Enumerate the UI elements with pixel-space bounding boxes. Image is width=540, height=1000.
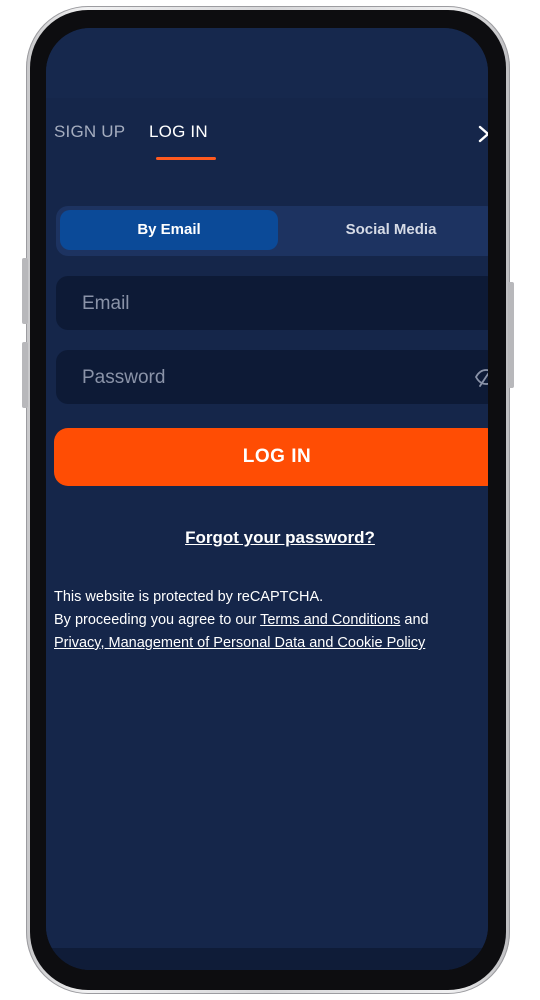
- login-panel: SIGN UP LOG IN By Email Social Media Ema…: [46, 98, 488, 948]
- legal-notice: This website is protected by reCAPTCHA. …: [54, 586, 474, 655]
- social-media-button[interactable]: Social Media: [282, 210, 488, 250]
- recaptcha-text: This website is protected by reCAPTCHA.: [54, 589, 324, 605]
- tab-log-in[interactable]: LOG IN: [149, 122, 208, 142]
- tab-sign-up[interactable]: SIGN UP: [54, 122, 125, 142]
- volume-up-button: [22, 258, 28, 324]
- login-method-switch: By Email Social Media: [56, 206, 488, 256]
- login-button[interactable]: LOG IN: [54, 428, 488, 486]
- email-field: [56, 276, 488, 332]
- forgot-password-link[interactable]: Forgot your password?: [46, 528, 488, 548]
- active-tab-indicator: [156, 157, 216, 160]
- agreement-prefix: By proceeding you agree to our: [54, 612, 261, 628]
- password-field: [56, 350, 488, 406]
- agreement-and: and: [400, 612, 429, 628]
- phone-screen: SIGN UP LOG IN By Email Social Media Ema…: [46, 28, 488, 970]
- close-icon[interactable]: [476, 122, 488, 146]
- agreement-text: By proceeding you agree to our Terms and…: [54, 609, 474, 632]
- bottom-bar: [46, 948, 488, 970]
- eye-off-icon-glyph: [474, 369, 488, 387]
- password-input[interactable]: [80, 350, 444, 406]
- privacy-policy-link[interactable]: Privacy, Management of Personal Data and…: [54, 635, 425, 651]
- terms-link[interactable]: Terms and Conditions: [260, 612, 400, 628]
- by-email-button[interactable]: By Email: [60, 210, 278, 250]
- email-input[interactable]: [80, 276, 444, 332]
- volume-down-button: [22, 342, 28, 408]
- status-area: [46, 28, 488, 98]
- power-button: [508, 282, 514, 388]
- eye-off-icon[interactable]: [474, 365, 488, 389]
- privacy-line: Privacy, Management of Personal Data and…: [54, 632, 474, 655]
- close-icon-glyph: [478, 125, 488, 143]
